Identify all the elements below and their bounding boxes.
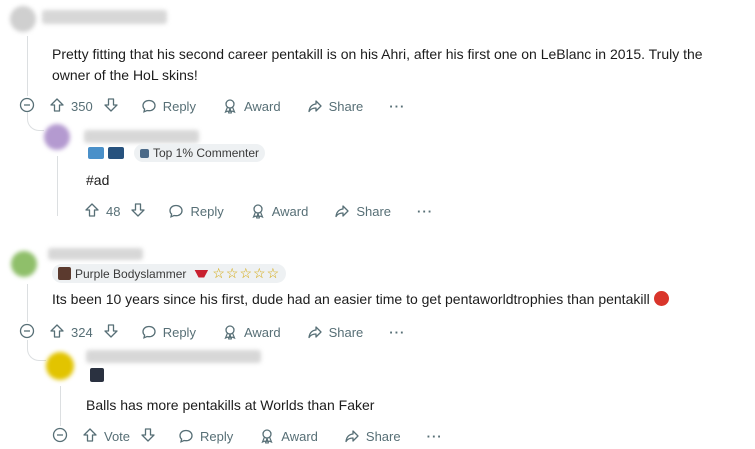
award-icon <box>222 98 238 114</box>
share-icon <box>307 324 323 340</box>
award-label: Award <box>271 203 309 219</box>
vote-score: 48 <box>106 203 121 219</box>
award-button[interactable]: Award <box>259 428 318 444</box>
award-button[interactable]: Award <box>250 203 309 219</box>
thread-rail[interactable] <box>57 156 58 216</box>
avatar[interactable] <box>11 251 37 277</box>
user-flair: Purple Bodyslammer ☆☆☆☆☆ <box>52 264 287 283</box>
share-label: Share <box>365 428 401 444</box>
more-options-button[interactable]: ··· <box>389 325 405 340</box>
comment-body: Its been 10 years since his first, dude … <box>52 289 742 310</box>
flair-emblem-icon <box>58 267 71 280</box>
award-icon <box>222 324 238 340</box>
reply-label: Reply <box>200 428 234 444</box>
share-label: Share <box>328 324 364 340</box>
thread-connector <box>27 340 46 361</box>
comment-text: Its been 10 years since his first, dude … <box>52 291 650 307</box>
award-button[interactable]: Award <box>222 98 281 114</box>
award-label: Award <box>281 428 318 444</box>
award-label: Award <box>243 324 281 340</box>
flair-emblem-icon <box>88 147 104 159</box>
share-button[interactable]: Share <box>334 203 391 219</box>
upvote-icon[interactable] <box>82 427 98 446</box>
vote-group: 324 <box>49 323 119 342</box>
flair-emblem-icon <box>108 147 124 159</box>
reply-button[interactable]: Reply <box>141 98 196 114</box>
thread-rail[interactable] <box>27 284 28 322</box>
comment-body: #ad <box>86 172 110 188</box>
badge-icon <box>140 148 149 158</box>
flair-label: Purple Bodyslammer <box>75 266 187 281</box>
star-rating: ☆☆☆☆☆ <box>212 265 281 281</box>
upvote-icon[interactable] <box>49 323 65 342</box>
upvote-icon[interactable] <box>49 97 65 116</box>
more-options-button[interactable]: ··· <box>427 429 443 444</box>
collapse-icon[interactable] <box>19 323 35 342</box>
reply-button[interactable]: Reply <box>178 428 233 444</box>
user-flair-row: Purple Bodyslammer ☆☆☆☆☆ <box>52 264 287 283</box>
share-label: Share <box>356 203 392 219</box>
username-redacted[interactable] <box>86 350 261 363</box>
speech-bubble-icon <box>178 428 194 444</box>
reply-button[interactable]: Reply <box>168 203 224 219</box>
comment-body: Balls has more pentakills at Worlds than… <box>86 397 375 413</box>
comment-actions: Vote Reply Award Share ··· <box>52 426 443 446</box>
share-icon <box>307 98 323 114</box>
share-button[interactable]: Share <box>344 428 401 444</box>
comment-actions: 324 Reply Award Share ··· <box>19 322 405 342</box>
award-icon <box>259 428 275 444</box>
award-icon <box>250 203 266 219</box>
username-redacted[interactable] <box>42 10 167 24</box>
thread-rail[interactable] <box>27 36 28 96</box>
downvote-icon[interactable] <box>140 427 156 446</box>
vote-score: 350 <box>71 98 93 114</box>
user-flair-row: Top 1% Commenter <box>88 144 266 162</box>
award-button[interactable]: Award <box>222 324 281 340</box>
avatar[interactable] <box>46 352 74 380</box>
more-options-button[interactable]: ··· <box>389 99 405 114</box>
avatar[interactable] <box>44 124 70 150</box>
angry-emoji-icon <box>653 291 669 306</box>
collapse-icon[interactable] <box>52 427 68 446</box>
comment-actions: 48 Reply Award Share ··· <box>84 201 433 221</box>
team-logo-icon <box>194 269 209 278</box>
speech-bubble-icon <box>141 98 157 114</box>
share-label: Share <box>328 98 364 114</box>
thread-connector <box>27 112 44 131</box>
speech-bubble-icon <box>141 324 157 340</box>
comment-body: Pretty fitting that his second career pe… <box>52 46 703 83</box>
username-redacted[interactable] <box>84 130 199 143</box>
downvote-icon[interactable] <box>103 323 119 342</box>
award-label: Award <box>243 98 281 114</box>
upvote-icon[interactable] <box>84 202 100 221</box>
reply-label: Reply <box>162 324 196 340</box>
downvote-icon[interactable] <box>130 202 146 221</box>
reply-label: Reply <box>162 98 196 114</box>
vote-group: 350 <box>49 97 119 116</box>
share-button[interactable]: Share <box>307 98 364 114</box>
vote-score: 324 <box>71 324 93 340</box>
vote-label: Vote <box>104 428 131 444</box>
thread-rail[interactable] <box>60 386 61 426</box>
top-commenter-badge: Top 1% Commenter <box>134 144 266 162</box>
share-button[interactable]: Share <box>307 324 364 340</box>
downvote-icon[interactable] <box>103 97 119 116</box>
reply-button[interactable]: Reply <box>141 324 196 340</box>
comment-actions: 350 Reply Award Share ··· <box>19 96 405 116</box>
more-options-button[interactable]: ··· <box>417 204 433 219</box>
reply-label: Reply <box>190 203 224 219</box>
vote-group: Vote <box>82 427 156 446</box>
avatar[interactable] <box>10 6 36 32</box>
vote-group: 48 <box>84 202 146 221</box>
user-flair-icon <box>90 368 104 382</box>
share-icon <box>334 203 350 219</box>
speech-bubble-icon <box>168 203 184 219</box>
username-redacted[interactable] <box>48 248 143 260</box>
badge-label: Top 1% Commenter <box>153 146 260 160</box>
share-icon <box>344 428 360 444</box>
